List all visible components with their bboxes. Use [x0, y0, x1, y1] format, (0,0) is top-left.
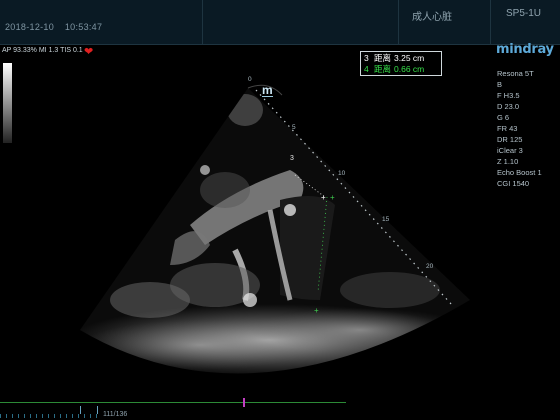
- param-frame-rate: FR 43: [497, 124, 518, 133]
- frame-ticks: [0, 414, 100, 418]
- brand-logo: mindray: [496, 42, 554, 57]
- param-dynamic-range: DR 125: [497, 135, 523, 144]
- measurement-label: 距离: [374, 64, 392, 74]
- param-zoom: Z 1.10: [497, 157, 519, 166]
- param-depth: D 23.0: [497, 102, 520, 111]
- caliper-point-3-icon: +: [321, 193, 326, 202]
- cine-start-marker[interactable]: [80, 406, 81, 414]
- param-cgi: CGI 1540: [497, 179, 530, 188]
- caliper-end-icon: +: [314, 306, 319, 315]
- cine-end-marker[interactable]: [97, 406, 98, 414]
- param-gain: G 6: [497, 113, 510, 122]
- probe-orientation-marker: m: [262, 83, 273, 97]
- caliper-label-3: 3: [290, 155, 294, 162]
- param-frequency: F H3.5: [497, 91, 520, 100]
- measurement-index: 4: [364, 64, 369, 74]
- ultrasound-image[interactable]: + + +: [0, 0, 560, 420]
- frame-counter: 111/136: [103, 411, 128, 418]
- param-system: Resona 5T: [497, 69, 534, 78]
- measurement-label: 距离: [374, 53, 392, 63]
- param-iclear: iClear 3: [497, 146, 523, 155]
- depth-label-5: 5: [292, 124, 296, 131]
- measurement-index: 3: [364, 53, 369, 63]
- imaging-parameters: Resona 5T B F H3.5 D 23.0 G 6 FR 43 DR 1…: [497, 68, 542, 189]
- cine-position-marker[interactable]: [243, 398, 245, 407]
- measurement-value: 0.66 cm: [394, 64, 425, 74]
- cine-timeline[interactable]: [0, 402, 346, 403]
- caliper-point-4-icon: +: [330, 193, 335, 202]
- measurement-row: 4 距离 0.66 cm: [364, 64, 438, 75]
- depth-label-20: 20: [426, 263, 434, 270]
- param-mode: B: [497, 80, 503, 89]
- param-echo-boost: Echo Boost 1: [497, 168, 542, 177]
- measurement-value: 3.25 cm: [394, 53, 425, 63]
- measurement-row: 3 距离 3.25 cm: [364, 53, 438, 64]
- measurement-results-box[interactable]: 3 距离 3.25 cm 4 距离 0.66 cm: [360, 51, 442, 76]
- depth-label-0: 0: [248, 76, 252, 83]
- echo-sector: [80, 88, 470, 374]
- depth-label-15: 15: [382, 216, 390, 223]
- depth-label-10: 10: [338, 170, 346, 177]
